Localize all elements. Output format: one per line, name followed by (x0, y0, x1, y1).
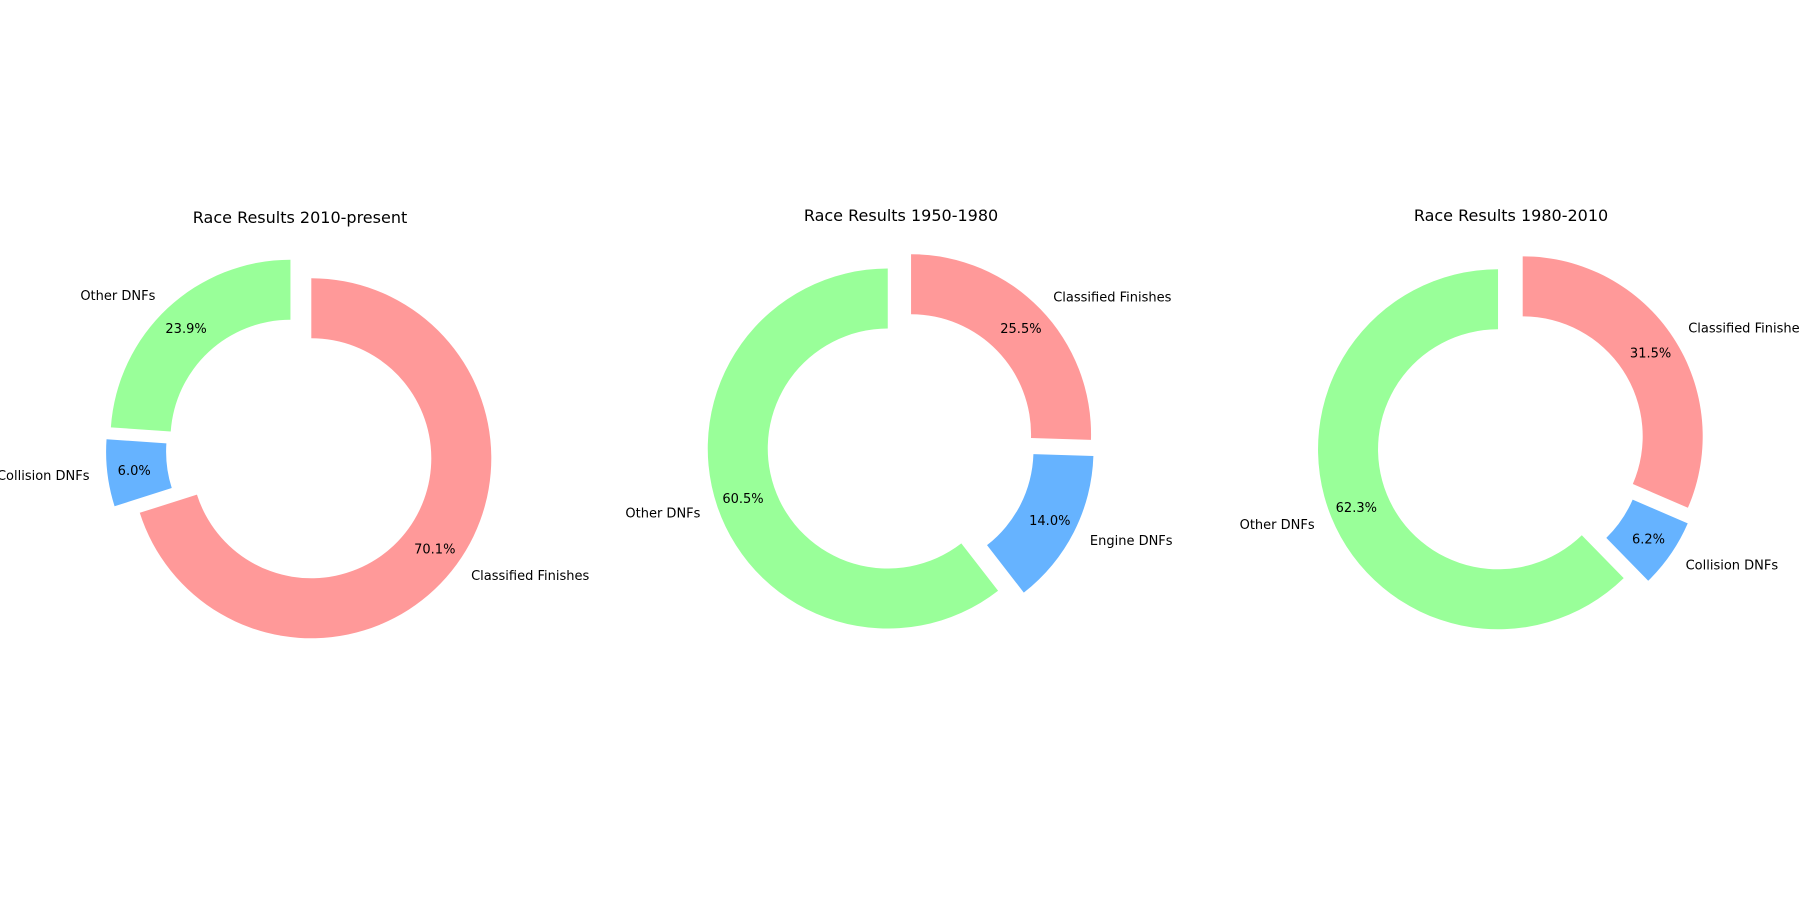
slice-percent-label: 6.2% (1632, 533, 1665, 548)
slice-label: Classified Finishes (1688, 322, 1800, 337)
figure: Race Results 2010-present Other DNFs 23.9… (0, 206, 1800, 639)
slice-percent-label: 6.0% (118, 464, 151, 479)
slice-percent-label: 60.5% (722, 492, 763, 507)
slice-label: Engine DNFs (1090, 534, 1173, 549)
donut-slice (1522, 256, 1703, 508)
chart-title: Race Results 1980-2010 (1414, 206, 1608, 225)
slice-label: Classified Finishes (1053, 290, 1171, 305)
slice-percent-label: 70.1% (414, 543, 455, 558)
slice-label: Classified Finishes (471, 569, 589, 584)
chart-title: Race Results 1950-1980 (804, 206, 998, 225)
slice-label: Collision DNFs (0, 469, 90, 484)
donut-slice (911, 254, 1092, 440)
slice-percent-label: 25.5% (1000, 322, 1041, 337)
slice-percent-label: 23.9% (165, 322, 206, 337)
donut-chart-2010-present: Race Results 2010-present Other DNFs 23.9… (0, 208, 590, 639)
chart-title: Race Results 2010-present (193, 208, 407, 227)
slice-percent-label: 14.0% (1029, 514, 1070, 529)
slice-percent-label: 31.5% (1630, 346, 1671, 361)
slice-label: Other DNFs (1240, 518, 1315, 533)
donut-chart-1950-1980: Race Results 1950-1980 Other DNFs 60.5% En… (625, 206, 1173, 629)
slice-label: Other DNFs (625, 507, 700, 522)
donut-chart-1980-2010: Race Results 1980-2010 Other DNFs 62.3% Co… (1240, 206, 1800, 630)
donut-slice (707, 268, 999, 629)
donut-slice (110, 259, 291, 432)
slice-label: Other DNFs (80, 289, 155, 304)
slice-percent-label: 62.3% (1336, 501, 1377, 516)
slice-label: Collision DNFs (1686, 558, 1779, 573)
